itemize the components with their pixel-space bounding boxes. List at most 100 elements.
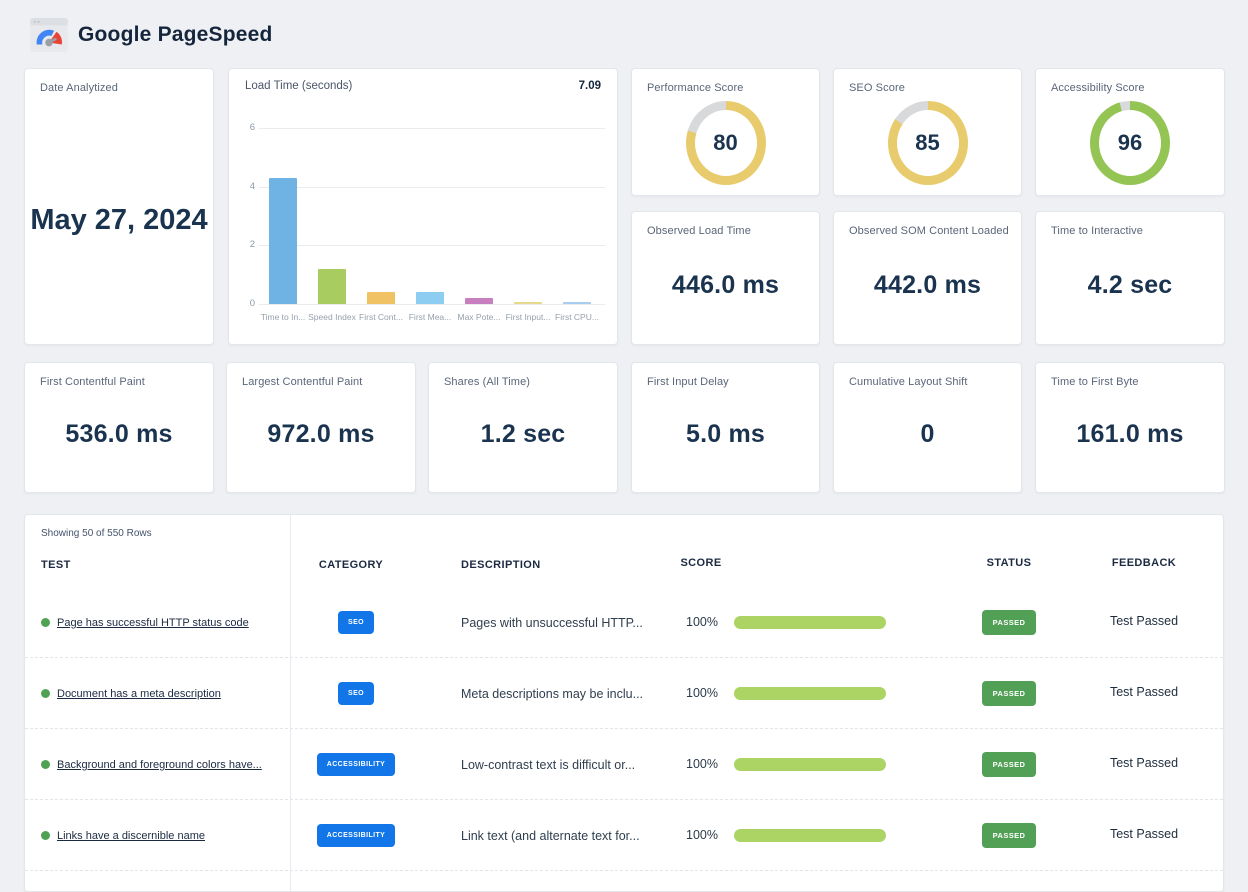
shares-all-time-value: 1.2 sec [481,420,566,449]
first-input-delay-label: First Input Delay [647,376,729,388]
chart-title: Load Time (seconds) [245,80,352,92]
first-contentful-paint-card: First Contentful Paint 536.0 ms [24,362,214,493]
cumulative-layout-shift-value: 0 [920,420,934,449]
page-title: Google PageSpeed [78,23,273,47]
first-contentful-paint-value: 536.0 ms [65,420,172,449]
column-header-score: SCORE [671,557,731,569]
status-cell: PASSED [959,587,1059,658]
first-contentful-paint-label: First Contentful Paint [40,376,145,388]
chart-total-value: 7.09 [579,80,601,92]
score-progress-fill [734,758,886,771]
score-progress-fill [734,829,886,842]
date-analyzed-card: Date Analytized May 27, 2024 [24,68,214,345]
table-row-count: Showing 50 of 550 Rows [41,528,152,539]
performance-score-card: Performance Score 80 [631,68,820,196]
shares-all-time-card: Shares (All Time) 1.2 sec [428,362,618,493]
cumulative-layout-shift-card: Cumulative Layout Shift 0 [833,362,1022,493]
seo-score-value: 85 [897,110,959,176]
x-axis-tick-label: First Mea... [405,312,455,322]
chart-gridline [259,245,605,246]
performance-score-gauge: 80 [686,101,766,185]
x-axis-tick-label: Max Pote... [454,312,504,322]
category-cell: SEO [291,587,421,658]
observed-load-time-card: Observed Load Time 446.0 ms [631,211,820,345]
status-cell: PASSED [959,800,1059,871]
cumulative-layout-shift-label: Cumulative Layout Shift [849,376,967,388]
category-cell: ACCESSIBILITY [291,729,421,800]
largest-contentful-paint-value: 972.0 ms [267,420,374,449]
time-to-interactive-card: Time to Interactive 4.2 sec [1035,211,1225,345]
category-cell: SEO [291,658,421,729]
largest-contentful-paint-label: Largest Contentful Paint [242,376,362,388]
test-name-link[interactable]: Links have a discernible name [57,830,205,842]
performance-score-value: 80 [695,110,757,176]
feedback-text: Test Passed [1084,614,1204,628]
x-axis-tick-label: First Cont... [356,312,406,322]
status-badge: PASSED [982,823,1037,848]
status-badge: PASSED [982,681,1037,706]
category-badge: SEO [338,682,374,705]
category-badge: ACCESSIBILITY [317,753,395,776]
bar-3 [416,292,444,304]
feedback-text: Test Passed [1084,685,1204,699]
column-header-feedback: FEEDBACK [1084,557,1204,569]
test-name-link[interactable]: Page has successful HTTP status code [57,617,249,629]
x-axis-tick-label: First Input... [503,312,553,322]
seo-score-gauge: 85 [888,101,968,185]
column-header-description: DESCRIPTION [461,559,541,571]
test-description: Meta descriptions may be inclu... [461,687,643,701]
date-analyzed-label: Date Analytized [40,82,118,94]
score-progress-bar [734,687,886,700]
accessibility-score-gauge: 96 [1090,101,1170,185]
chart-gridline [259,128,605,129]
table-rows: Page has successful HTTP status code SEO… [25,587,1223,891]
test-description: Low-contrast text is difficult or... [461,758,635,772]
time-to-interactive-value: 4.2 sec [1088,271,1173,300]
accessibility-score-value: 96 [1099,110,1161,176]
test-status-dot-icon [41,689,50,698]
x-axis-tick-label: Speed Index [307,312,357,322]
table-row: Background and foreground colors have...… [25,729,1223,800]
score-value: 100% [667,615,718,629]
column-header-test: TEST [41,559,71,571]
load-time-chart-card: Load Time (seconds) 7.09 6420Time to In.… [228,68,618,345]
observed-load-time-label: Observed Load Time [647,225,751,237]
column-header-category: CATEGORY [291,559,411,571]
y-axis-tick-label: 2 [235,239,255,250]
bar-4 [465,298,493,304]
status-cell: PASSED [959,729,1059,800]
observed-som-content-loaded-value: 442.0 ms [874,271,981,300]
status-cell: PASSED [959,658,1059,729]
largest-contentful-paint-card: Largest Contentful Paint 972.0 ms [226,362,416,493]
feedback-text: Test Passed [1084,756,1204,770]
observed-load-time-value: 446.0 ms [672,271,779,300]
load-time-bar-chart: 6420Time to In...Speed IndexFirst Cont..… [259,128,605,304]
time-to-first-byte-value: 161.0 ms [1076,420,1183,449]
date-analyzed-value: May 27, 2024 [30,204,207,237]
column-header-status: STATUS [959,557,1059,569]
app-header: Google PageSpeed [30,18,273,52]
test-name-link[interactable]: Background and foreground colors have... [57,759,262,771]
chart-gridline [259,187,605,188]
bar-5 [514,302,542,304]
y-axis-tick-label: 4 [235,181,255,192]
category-badge: SEO [338,611,374,634]
observed-som-content-loaded-card: Observed SOM Content Loaded 442.0 ms [833,211,1022,345]
y-axis-tick-label: 6 [235,122,255,133]
score-progress-bar [734,616,886,629]
feedback-text: Test Passed [1084,827,1204,841]
test-name-link[interactable]: Document has a meta description [57,688,221,700]
test-description: Pages with unsuccessful HTTP... [461,616,643,630]
status-badge: PASSED [982,752,1037,777]
seo-score-card: SEO Score 85 [833,68,1022,196]
x-axis-tick-label: Time to In... [258,312,308,322]
score-progress-fill [734,687,886,700]
time-to-first-byte-card: Time to First Byte 161.0 ms [1035,362,1225,493]
table-row: Links have a discernible name ACCESSIBIL… [25,800,1223,871]
time-to-first-byte-label: Time to First Byte [1051,376,1139,388]
table-row: Page has successful HTTP status code SEO… [25,587,1223,658]
score-value: 100% [667,828,718,842]
test-status-dot-icon [41,760,50,769]
observed-som-content-loaded-label: Observed SOM Content Loaded [849,225,1009,237]
bar-1 [318,269,346,304]
